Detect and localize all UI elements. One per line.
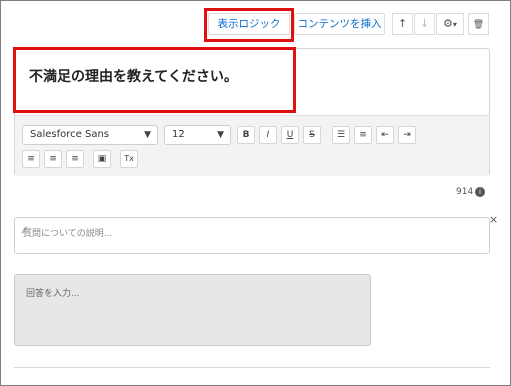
font-size-value: 12 bbox=[172, 129, 185, 140]
align-right-icon: ≡ bbox=[71, 154, 79, 164]
outdent-icon: ⇤ bbox=[381, 130, 389, 140]
info-icon[interactable]: i bbox=[475, 187, 485, 197]
close-icon[interactable]: × bbox=[489, 213, 498, 226]
gear-icon: ⚙ bbox=[443, 17, 453, 30]
trash-icon: 🗑 bbox=[472, 20, 485, 30]
rich-text-toolbar: Salesforce Sans ▼ 12 ▼ B I U S ☰ ≡ ⇤ ⇥ ≡… bbox=[15, 115, 489, 176]
bold-icon: B bbox=[242, 130, 250, 140]
numbered-list-icon: ≡ bbox=[359, 130, 367, 140]
move-up-button[interactable]: ↑ bbox=[392, 13, 413, 35]
description-textarea[interactable]: 質問についての説明... ⁄⁄ bbox=[14, 217, 490, 254]
align-center-button[interactable]: ≡ bbox=[44, 150, 62, 168]
outdent-button[interactable]: ⇤ bbox=[376, 126, 394, 144]
resize-handle-icon[interactable]: ⁄⁄ bbox=[23, 226, 487, 252]
insert-image-button[interactable]: ▣ bbox=[93, 150, 111, 168]
chevron-down-icon: ▼ bbox=[217, 130, 224, 140]
strikethrough-icon: S bbox=[309, 130, 315, 140]
chevron-down-icon: ▾ bbox=[452, 20, 457, 29]
italic-icon: I bbox=[266, 130, 270, 140]
font-family-select[interactable]: Salesforce Sans ▼ bbox=[22, 125, 158, 145]
divider bbox=[14, 367, 490, 368]
indent-button[interactable]: ⇥ bbox=[398, 126, 416, 144]
arrow-up-icon: ↑ bbox=[397, 17, 408, 30]
underline-button[interactable]: U bbox=[281, 126, 299, 144]
strikethrough-button[interactable]: S bbox=[303, 126, 321, 144]
font-size-select[interactable]: 12 ▼ bbox=[164, 125, 231, 145]
bullet-list-button[interactable]: ☰ bbox=[332, 126, 350, 144]
align-left-button[interactable]: ≡ bbox=[22, 150, 40, 168]
settings-menu-button[interactable]: ⚙▾ bbox=[436, 13, 464, 35]
highlight-question bbox=[13, 47, 296, 113]
delete-button[interactable]: 🗑 bbox=[468, 13, 489, 35]
insert-content-label: コンテンツを挿入 bbox=[297, 18, 382, 30]
answer-input: 回答を入力... bbox=[14, 274, 371, 346]
italic-button[interactable]: I bbox=[259, 126, 277, 144]
bold-button[interactable]: B bbox=[237, 126, 255, 144]
bullet-list-icon: ☰ bbox=[336, 130, 346, 140]
align-right-button[interactable]: ≡ bbox=[66, 150, 84, 168]
underline-icon: U bbox=[286, 130, 294, 140]
chevron-down-icon: ▼ bbox=[144, 130, 151, 140]
image-icon: ▣ bbox=[97, 154, 107, 164]
arrow-down-icon: ↓ bbox=[419, 17, 430, 30]
clear-format-icon: Tx bbox=[124, 154, 134, 163]
character-counter: 914 bbox=[456, 187, 474, 197]
highlight-display-logic bbox=[204, 8, 294, 42]
insert-content-button[interactable]: コンテンツを挿入 bbox=[294, 13, 385, 35]
move-down-button[interactable]: ↓ bbox=[414, 13, 435, 35]
numbered-list-button[interactable]: ≡ bbox=[354, 126, 372, 144]
answer-placeholder: 回答を入力... bbox=[26, 289, 80, 299]
clear-formatting-button[interactable]: Tx bbox=[120, 150, 138, 168]
align-center-icon: ≡ bbox=[49, 154, 57, 164]
font-family-value: Salesforce Sans bbox=[30, 129, 109, 140]
indent-icon: ⇥ bbox=[403, 130, 411, 140]
align-left-icon: ≡ bbox=[27, 154, 35, 164]
